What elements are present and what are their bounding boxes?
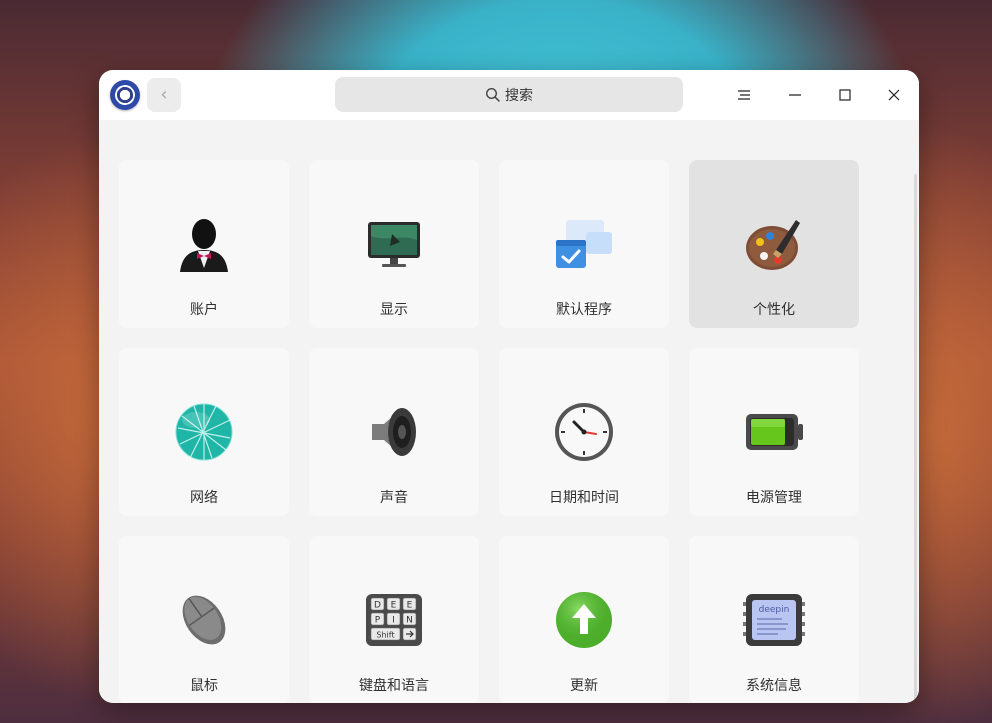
titlebar: ‹ 搜索	[99, 70, 919, 120]
keycap-label: E	[391, 601, 397, 611]
module-label: 显示	[380, 302, 408, 318]
update-icon	[552, 588, 616, 652]
keycap-label: D	[374, 601, 381, 611]
module-label: 账户	[190, 302, 218, 318]
menu-button[interactable]	[729, 80, 759, 110]
module-card-mouse[interactable]: 鼠标	[119, 536, 289, 703]
close-icon	[888, 89, 900, 101]
personalization-icon	[742, 212, 806, 276]
module-label: 网络	[190, 490, 218, 506]
module-label: 更新	[570, 678, 598, 694]
module-card-personalization[interactable]: 个性化	[689, 160, 859, 328]
module-label: 电源管理	[746, 490, 802, 506]
display-icon	[362, 212, 426, 276]
power-icon	[742, 400, 806, 464]
sound-icon	[362, 400, 426, 464]
keycap-label: P	[375, 616, 381, 626]
maximize-icon	[839, 89, 851, 101]
search-icon	[485, 87, 500, 102]
system-info-icon: deepin	[742, 588, 806, 652]
control-center-logo-icon	[110, 80, 140, 110]
menu-icon	[738, 90, 750, 100]
module-card-display[interactable]: 显示	[309, 160, 479, 328]
chevron-left-icon: ‹	[160, 84, 168, 105]
module-label: 鼠标	[190, 678, 218, 694]
module-grid-area: 账户 显示 默认程序 个性化 网络 声音 日期和时间 电源管理 鼠标 D E E…	[99, 120, 919, 703]
module-label: 日期和时间	[549, 490, 619, 506]
module-card-network[interactable]: 网络	[119, 348, 289, 516]
module-card-account[interactable]: 账户	[119, 160, 289, 328]
minimize-button[interactable]	[780, 80, 810, 110]
back-button[interactable]: ‹	[147, 78, 181, 112]
maximize-button[interactable]	[830, 80, 860, 110]
module-label: 声音	[380, 490, 408, 506]
mouse-icon	[172, 588, 236, 652]
network-icon	[172, 400, 236, 464]
module-card-system-info[interactable]: deepin 系统信息	[689, 536, 859, 703]
module-card-keyboard[interactable]: D E E P I N Shift 键盘和语言	[309, 536, 479, 703]
module-label: 个性化	[753, 302, 795, 318]
module-card-sound[interactable]: 声音	[309, 348, 479, 516]
keycap-label: Shift	[376, 631, 394, 640]
system-info-brand-text: deepin	[759, 605, 790, 615]
keyboard-icon: D E E P I N Shift	[362, 588, 426, 652]
module-card-datetime[interactable]: 日期和时间	[499, 348, 669, 516]
datetime-icon	[552, 400, 616, 464]
module-card-default-apps[interactable]: 默认程序	[499, 160, 669, 328]
search-placeholder: 搜索	[505, 87, 533, 104]
module-label: 默认程序	[556, 302, 612, 318]
close-button[interactable]	[879, 80, 909, 110]
keycap-label: N	[406, 616, 413, 626]
module-label: 键盘和语言	[359, 678, 429, 694]
module-label: 系统信息	[746, 678, 802, 694]
minimize-icon	[789, 94, 801, 96]
module-card-power[interactable]: 电源管理	[689, 348, 859, 516]
account-icon	[172, 212, 236, 276]
keycap-label: E	[407, 601, 413, 611]
module-card-update[interactable]: 更新	[499, 536, 669, 703]
scrollbar[interactable]	[914, 174, 917, 703]
keycap-label: I	[392, 616, 395, 626]
default-apps-icon	[552, 212, 616, 276]
control-center-window: ‹ 搜索 账户 显示 默认程序 个性化 网络 声音 日期和时间 电源管理 鼠标 …	[99, 70, 919, 703]
search-input[interactable]: 搜索	[335, 77, 683, 112]
